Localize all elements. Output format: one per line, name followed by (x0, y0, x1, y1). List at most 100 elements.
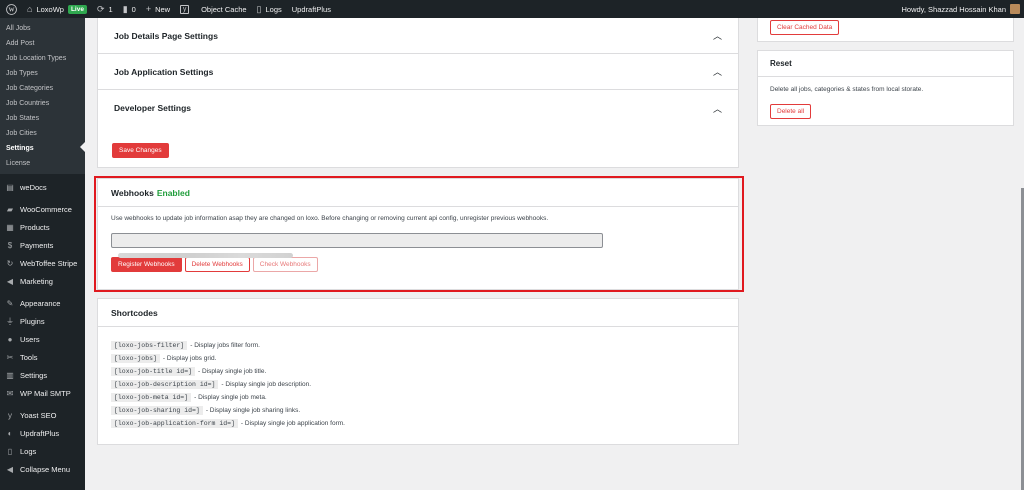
payments-icon: $ (7, 240, 13, 250)
shortcode-code: [loxo-job-application-form id=] (111, 419, 238, 428)
brush-icon: ✎ (6, 298, 14, 308)
sidebar-item-logs[interactable]: ▯ Logs (0, 442, 85, 460)
sidebar-item-label: Logs (20, 446, 37, 456)
submenu-item-all-jobs[interactable]: All Jobs (0, 21, 85, 36)
logs-icon: ▯ (7, 446, 13, 456)
shortcode-desc: - Display single job title. (198, 368, 267, 375)
chevron-up-icon: ︿ (712, 67, 722, 77)
shortcode-code: [loxo-jobs] (111, 354, 160, 363)
wrench-icon: ✂ (6, 352, 14, 362)
account-menu[interactable]: Howdy, Shazzad Hossain Khan (896, 0, 1024, 18)
save-changes-button[interactable]: Save Changes (112, 143, 169, 158)
accordion-title: Job Details Page Settings (114, 30, 218, 41)
object-cache-label: Object Cache (201, 4, 247, 14)
cache-card: Clear Cached Data (757, 18, 1014, 42)
chevron-up-icon: ︿ (712, 31, 722, 41)
shortcode-code: [loxo-job-meta id=] (111, 393, 192, 402)
sidebar-item-label: Yoast SEO (20, 410, 57, 420)
sidebar-item-appearance[interactable]: ✎ Appearance (0, 294, 85, 312)
submenu-item-job-categories[interactable]: Job Categories (0, 81, 85, 96)
chevron-up-icon: ︿ (712, 103, 722, 114)
sidebar-item-updraftplus[interactable]: ◐ UpdraftPlus (0, 424, 85, 442)
sidebar-item-label: UpdraftPlus (20, 428, 60, 438)
comments-count: 0 (131, 4, 136, 14)
delete-all-button[interactable]: Delete all (770, 104, 812, 119)
submenu-item-job-types[interactable]: Job Types (0, 66, 85, 81)
submenu-item-job-states[interactable]: Job States (0, 111, 85, 126)
sidebar-item-products[interactable]: ▦ Products (0, 218, 85, 236)
comments-link[interactable]: ▮ 0 (118, 0, 141, 18)
mail-icon: ✉ (6, 388, 14, 398)
users-icon: ● (7, 334, 13, 344)
main-content: Job Details Page Settings ︿ Job Applicat… (85, 18, 1024, 490)
shortcodes-card: Shortcodes [loxo-jobs-filter] - Display j… (97, 298, 739, 445)
accordion-job-details[interactable]: Job Details Page Settings ︿ (98, 18, 738, 54)
submenu-item-add-post[interactable]: Add Post (0, 36, 85, 51)
submenu-item-license[interactable]: License (0, 156, 85, 171)
submenu-item-job-location-types[interactable]: Job Location Types (0, 51, 85, 66)
sidebar-item-marketing[interactable]: ◀ Marketing (0, 272, 85, 290)
sidebar-item-yoast-seo[interactable]: y Yoast SEO (0, 406, 85, 424)
sidebar-item-wp-mail-smtp[interactable]: ✉ WP Mail SMTP (0, 384, 85, 402)
sidebar-item-payments[interactable]: $ Payments (0, 236, 85, 254)
sidebar-item-wedocs[interactable]: ▤ weDocs (0, 178, 85, 196)
sidebar-item-woocommerce[interactable]: ▰ WooCommerce (0, 200, 85, 218)
logs-link[interactable]: ▯ Logs (252, 0, 287, 18)
shortcode-code: [loxo-jobs-filter] (111, 341, 188, 350)
howdy-text: Howdy, Shazzad Hossain Khan (901, 4, 1006, 14)
shortcode-code: [loxo-job-description id=] (111, 380, 219, 389)
site-name-link[interactable]: ⌂ LoxoWp Live (22, 0, 92, 18)
shortcode-row: [loxo-jobs] - Display jobs grid. (111, 354, 725, 363)
submenu-item-job-countries[interactable]: Job Countries (0, 96, 85, 111)
submenu-item-job-cities[interactable]: Job Cities (0, 126, 85, 141)
svg-text:W: W (8, 7, 14, 13)
wordpress-logo-button[interactable]: W (0, 0, 22, 18)
updates-link[interactable]: ⟳ 1 (92, 0, 118, 18)
shortcode-row: [loxo-job-description id=] - Display sing… (111, 380, 725, 389)
avatar (1010, 4, 1020, 14)
sidebar-item-label: Appearance (20, 298, 61, 308)
sidebar-item-label: Tools (20, 352, 38, 362)
submenu-item-settings[interactable]: Settings (0, 141, 85, 156)
sidebar-item-label: Marketing (20, 276, 53, 286)
updraftplus-link[interactable]: UpdraftPlus (287, 0, 336, 18)
sidebar-item-settings[interactable]: ▥ Settings (0, 366, 85, 384)
collapse-menu-button[interactable]: ◀ Collapse Menu (0, 460, 85, 478)
updraft-icon: ◐ (7, 428, 13, 438)
clear-cached-data-button[interactable]: Clear Cached Data (770, 20, 840, 35)
megaphone-icon: ◀ (6, 276, 14, 286)
admin-bar: W ⌂ LoxoWp Live ⟳ 1 ▮ 0 + New y Object C… (0, 0, 1024, 18)
settings-card: Job Details Page Settings ︿ Job Applicat… (97, 18, 739, 168)
accordion-job-application[interactable]: Job Application Settings ︿ (98, 54, 738, 90)
sidebar-item-tools[interactable]: ✂ Tools (0, 348, 85, 366)
shortcode-desc: - Display single job description. (221, 381, 312, 388)
logs-icon: ▯ (256, 3, 262, 14)
object-cache-link[interactable]: Object Cache (196, 0, 251, 18)
sidebar-item-label: Collapse Menu (20, 464, 71, 474)
woocommerce-icon: ▰ (6, 204, 14, 214)
shortcode-desc: - Display jobs filter form. (190, 342, 260, 349)
reset-title: Reset (758, 51, 1013, 77)
updraftplus-label: UpdraftPlus (291, 4, 331, 14)
docs-icon: ▤ (6, 182, 14, 192)
plugin-icon: ⏚ (6, 316, 14, 326)
shortcode-code: [loxo-job-sharing id=] (111, 406, 203, 415)
sidebar-item-webtoffee-stripe[interactable]: ↻ WebToffee Stripe (0, 254, 85, 272)
sidebar-item-label: Plugins (20, 316, 45, 326)
shortcode-row: [loxo-jobs-filter] - Display jobs filter … (111, 341, 725, 350)
sidebar-item-plugins[interactable]: ⏚ Plugins (0, 312, 85, 330)
sidebar-item-users[interactable]: ● Users (0, 330, 85, 348)
yoast-link[interactable]: y (175, 0, 196, 18)
shortcode-desc: - Display single job application form. (240, 420, 345, 427)
logs-label: Logs (265, 4, 282, 14)
reset-card: Reset Delete all jobs, categories & stat… (757, 50, 1014, 126)
updates-icon: ⟳ (96, 3, 105, 14)
updates-count: 1 (108, 4, 113, 14)
new-content-link[interactable]: + New (141, 0, 175, 18)
sidebar-item-label: WP Mail SMTP (20, 388, 71, 398)
plus-icon: + (145, 3, 152, 14)
accordion-developer[interactable]: Developer Settings ︿ (98, 90, 738, 126)
sidebar-item-label: weDocs (20, 182, 47, 192)
reset-description: Delete all jobs, categories & states fro… (770, 86, 924, 93)
jobs-submenu: All Jobs Add Post Job Location Types Job… (0, 18, 85, 174)
